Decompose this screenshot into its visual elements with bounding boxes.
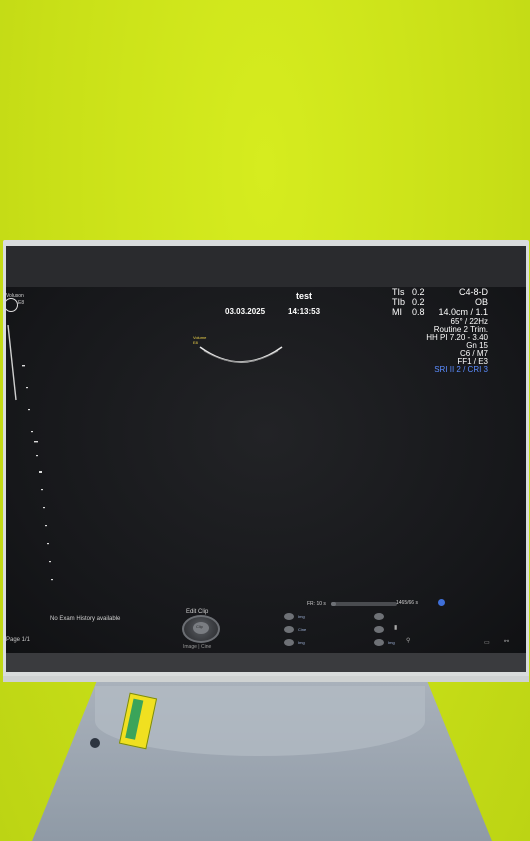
- depth-zoom: 14.0cm / 1.1: [438, 307, 488, 317]
- exam-time: 14:13:53: [288, 307, 321, 316]
- side-button-1-label: Img: [298, 614, 305, 619]
- thermal-label-mi: MI: [392, 307, 402, 317]
- button-knob-icon: [284, 639, 294, 646]
- right-button-3[interactable]: [374, 639, 384, 646]
- knob-label: Clip: [196, 624, 203, 629]
- thermal-value-tis: 0.2: [412, 287, 425, 297]
- depth-scale: [22, 365, 53, 581]
- printer-icon: ▭: [484, 640, 490, 646]
- frame-rate: FR: 10 s: [307, 601, 326, 607]
- exam-history-message: No Exam History available: [50, 616, 121, 622]
- sri-cri-setting: SRI II 2 / CRI 3: [434, 365, 488, 374]
- patient-name: test: [296, 291, 313, 301]
- button-knob-icon: [374, 639, 384, 646]
- thermal-label-tib: TIb: [392, 297, 406, 307]
- person-icon: ⚲: [406, 638, 411, 644]
- side-button-2-label: Cine: [298, 627, 307, 632]
- label-logo-icon: [90, 738, 100, 748]
- thermal-label-tis: TIs: [392, 287, 405, 297]
- ge-logo-icon: [6, 298, 18, 312]
- right-button-1[interactable]: [374, 613, 384, 620]
- cine-progress-fill: [331, 602, 337, 606]
- edit-clip-label: Edit Clip: [186, 609, 209, 615]
- globe-icon[interactable]: [438, 599, 445, 606]
- probe-name: C4-8-D: [458, 287, 488, 297]
- side-button-1[interactable]: [284, 613, 294, 620]
- right-button-3-label: Img: [388, 640, 395, 645]
- image-cine-toggle[interactable]: Image | Cine: [183, 644, 211, 650]
- exam-date: 03.03.2025: [225, 307, 266, 316]
- button-knob-icon: [374, 613, 384, 620]
- side-button-3[interactable]: [284, 639, 294, 646]
- side-button-3-label: Img: [298, 640, 305, 645]
- clip-rotary-knob[interactable]: Clip: [182, 615, 220, 643]
- thermal-value-mi: 0.8: [412, 307, 425, 317]
- application-preset: OB: [474, 297, 488, 307]
- frame-counter: 1465/66 s: [396, 600, 418, 606]
- button-knob-icon: [284, 613, 294, 620]
- sticker-band: [125, 698, 144, 740]
- scan-sector-arc: [199, 346, 283, 363]
- monitor-lower-strip: [3, 676, 529, 682]
- button-knob-icon: [284, 626, 294, 633]
- right-button-2[interactable]: [374, 626, 384, 633]
- brand-sub-label: E8: [18, 300, 25, 306]
- button-knob-icon: [374, 626, 384, 633]
- network-icon: ⚯: [504, 639, 510, 645]
- thermal-value-tib: 0.2: [412, 297, 425, 307]
- side-button-2[interactable]: [284, 626, 294, 633]
- page-indicator: Page 1/1: [6, 637, 31, 643]
- lock-icon: ▮: [394, 625, 398, 631]
- monitor-bottom-edge: [6, 653, 526, 672]
- cine-progress-bar[interactable]: [331, 602, 397, 606]
- ultrasound-screen: Voluson E8 test 03.03.2025 14:13:53 TIs …: [6, 287, 526, 653]
